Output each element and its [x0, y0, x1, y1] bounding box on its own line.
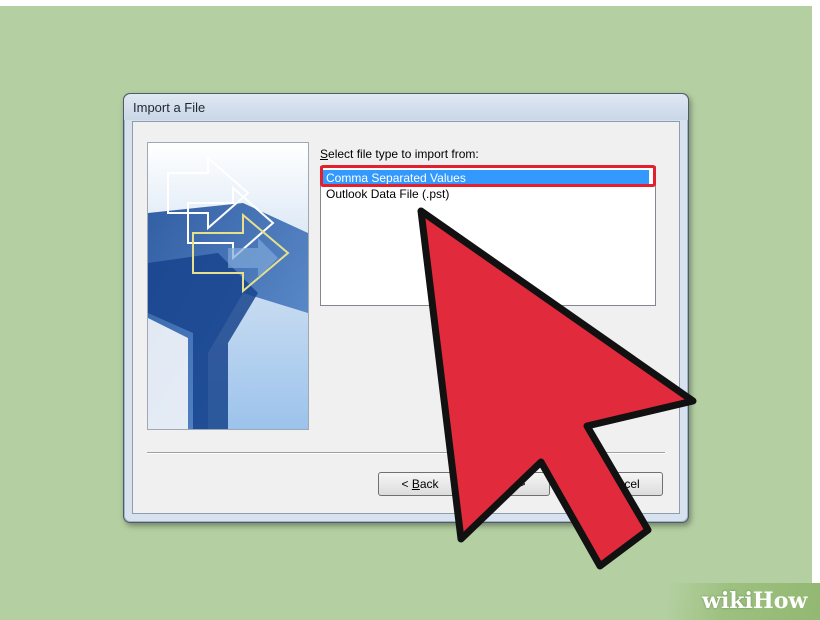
back-prefix: < [401, 477, 412, 491]
dialog-body: Select file type to import from: Comma S… [132, 121, 680, 514]
watermark-how: How [752, 588, 808, 614]
import-arrows-graphic [147, 142, 309, 430]
back-button[interactable]: < Back [378, 472, 462, 496]
file-type-prompt: Select file type to import from: [320, 147, 479, 161]
wikihow-watermark: wikiHow [668, 583, 820, 620]
import-file-dialog: Import a File Select file type to import… [123, 93, 689, 523]
back-label: ack [419, 477, 439, 491]
file-type-list[interactable]: Comma Separated Values Outlook Data File… [320, 166, 656, 306]
list-item-pst[interactable]: Outlook Data File (.pst) [323, 186, 649, 202]
right-border [812, 0, 820, 620]
dialog-title-bar[interactable]: Import a File [124, 94, 688, 120]
top-border [0, 0, 820, 6]
button-separator [147, 452, 665, 454]
dialog-title: Import a File [133, 100, 206, 115]
prompt-text: elect file type to import from: [328, 147, 479, 161]
watermark-wiki: wiki [702, 588, 753, 614]
back-accelerator: B [411, 477, 420, 491]
cancel-button[interactable]: Cancel [579, 472, 663, 496]
list-item-csv[interactable]: Comma Separated Values [323, 170, 649, 186]
prompt-accelerator: S [320, 147, 329, 161]
next-button[interactable]: Next > [466, 472, 550, 496]
